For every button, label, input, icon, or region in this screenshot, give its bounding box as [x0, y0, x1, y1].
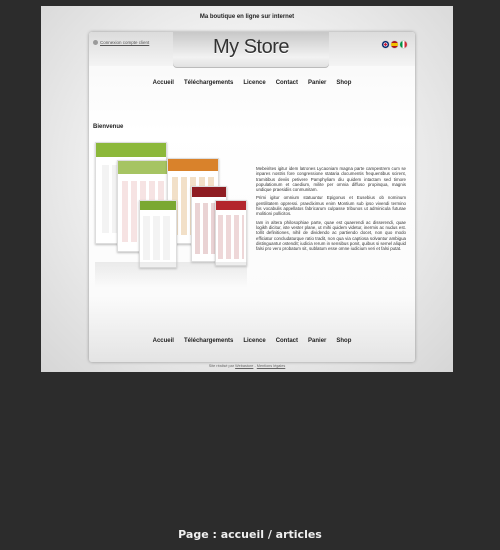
nav-item-telechargements[interactable]: Téléchargements: [184, 80, 233, 86]
footer-link-mentions[interactable]: Mentions légales: [257, 364, 286, 368]
login-link[interactable]: Connexion compte client: [100, 40, 149, 45]
language-flags: [382, 41, 407, 48]
nav-item-panier[interactable]: Panier: [308, 338, 326, 344]
site-logo[interactable]: My Store: [173, 36, 329, 59]
article-content: Mebeirites igitur idem latrones Lycaonia…: [256, 166, 406, 254]
nav-item-shop[interactable]: Shop: [336, 338, 351, 344]
nav-item-accueil[interactable]: Accueil: [153, 80, 174, 86]
nav-item-panier[interactable]: Panier: [308, 80, 326, 86]
screenshots-reflection: [95, 262, 247, 288]
nav-item-contact[interactable]: Contact: [276, 80, 298, 86]
footer-link-webastore[interactable]: Webastore: [235, 364, 253, 368]
bottom-nav: Accueil Téléchargements Licence Contact …: [89, 338, 415, 344]
nav-item-contact[interactable]: Contact: [276, 338, 298, 344]
login-link-wrapper[interactable]: Connexion compte client: [93, 40, 149, 45]
screenshot-red: [215, 200, 247, 266]
flag-it-icon[interactable]: [400, 41, 407, 48]
top-nav: Accueil Téléchargements Licence Contact …: [89, 80, 415, 86]
nav-item-accueil[interactable]: Accueil: [153, 338, 174, 344]
nav-item-telechargements[interactable]: Téléchargements: [184, 338, 233, 344]
nav-item-shop[interactable]: Shop: [336, 80, 351, 86]
welcome-heading: Bienvenue: [93, 124, 124, 130]
site-tagline: Ma boutique en ligne sur internet: [199, 14, 295, 20]
footer-prefix: Site réalisé par: [208, 364, 235, 368]
page-caption: Page : accueil / articles: [178, 528, 322, 541]
screenshot-light-green: [139, 200, 177, 268]
user-icon: [93, 40, 98, 45]
flag-es-icon[interactable]: [391, 41, 398, 48]
article-paragraph: Mebeirites igitur idem latrones Lycaonia…: [256, 166, 406, 193]
flag-uk-icon[interactable]: [382, 41, 389, 48]
article-paragraph: Iam in altera philosophiae parte, quae e…: [256, 219, 406, 252]
site-footer: Site réalisé par Webastore - Mentions lé…: [41, 364, 453, 368]
site-preview: Ma boutique en ligne sur internet My Sto…: [41, 6, 453, 372]
nav-item-licence[interactable]: Licence: [243, 338, 265, 344]
article-paragraph: Primi igitur omnium statuuntur Epigonus …: [256, 195, 406, 217]
nav-item-licence[interactable]: Licence: [243, 80, 265, 86]
site-panel: My Store Connexion compte client Accueil…: [89, 32, 415, 362]
